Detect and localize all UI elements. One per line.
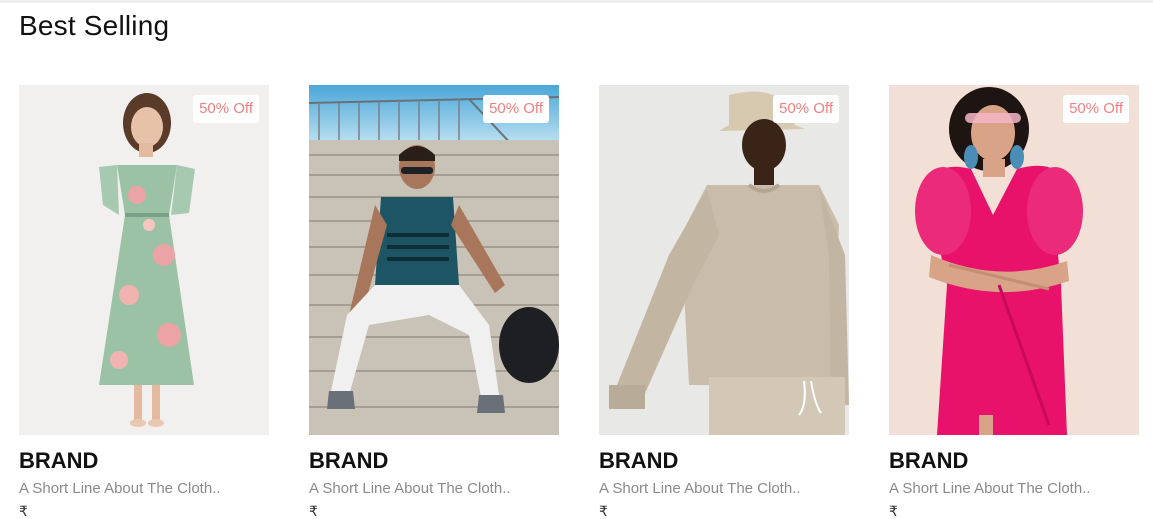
product-brand[interactable]: BRAND: [889, 448, 1139, 474]
product-card[interactable]: 50% Off BRAND A Short Line About The Clo…: [599, 85, 849, 519]
product-price: ₹: [889, 503, 898, 519]
pink-dress-image: [889, 85, 1139, 435]
product-brand[interactable]: BRAND: [599, 448, 849, 474]
product-image[interactable]: 50% Off: [19, 85, 269, 435]
product-brand[interactable]: BRAND: [19, 448, 269, 474]
product-card[interactable]: 50% Off BRAND A Short Line About The Clo…: [309, 85, 559, 519]
discount-badge: 50% Off: [193, 95, 259, 123]
product-image[interactable]: 50% Off: [889, 85, 1139, 435]
mens-tshirt-image: [309, 85, 559, 435]
product-price: ₹: [599, 503, 608, 519]
sweatshirt-image: [599, 85, 849, 435]
product-description: A Short Line About The Cloth..: [309, 480, 511, 497]
product-brand[interactable]: BRAND: [309, 448, 559, 474]
product-description: A Short Line About The Cloth..: [19, 480, 221, 497]
floral-dress-image: [19, 85, 269, 435]
section-title: Best Selling: [19, 10, 170, 41]
top-divider: [0, 0, 1153, 3]
product-description: A Short Line About The Cloth..: [889, 480, 1091, 497]
discount-badge: 50% Off: [483, 95, 549, 123]
discount-badge: 50% Off: [1063, 95, 1129, 123]
product-price: ₹: [19, 503, 28, 519]
product-card[interactable]: 50% Off BRAND A Short Line About The Clo…: [19, 85, 269, 519]
product-description: A Short Line About The Cloth..: [599, 480, 801, 497]
product-card[interactable]: 50% Off BRAND A Short Line About The Clo…: [889, 85, 1139, 519]
product-price: ₹: [309, 503, 318, 519]
product-image[interactable]: 50% Off: [599, 85, 849, 435]
discount-badge: 50% Off: [773, 95, 839, 123]
product-image[interactable]: 50% Off: [309, 85, 559, 435]
